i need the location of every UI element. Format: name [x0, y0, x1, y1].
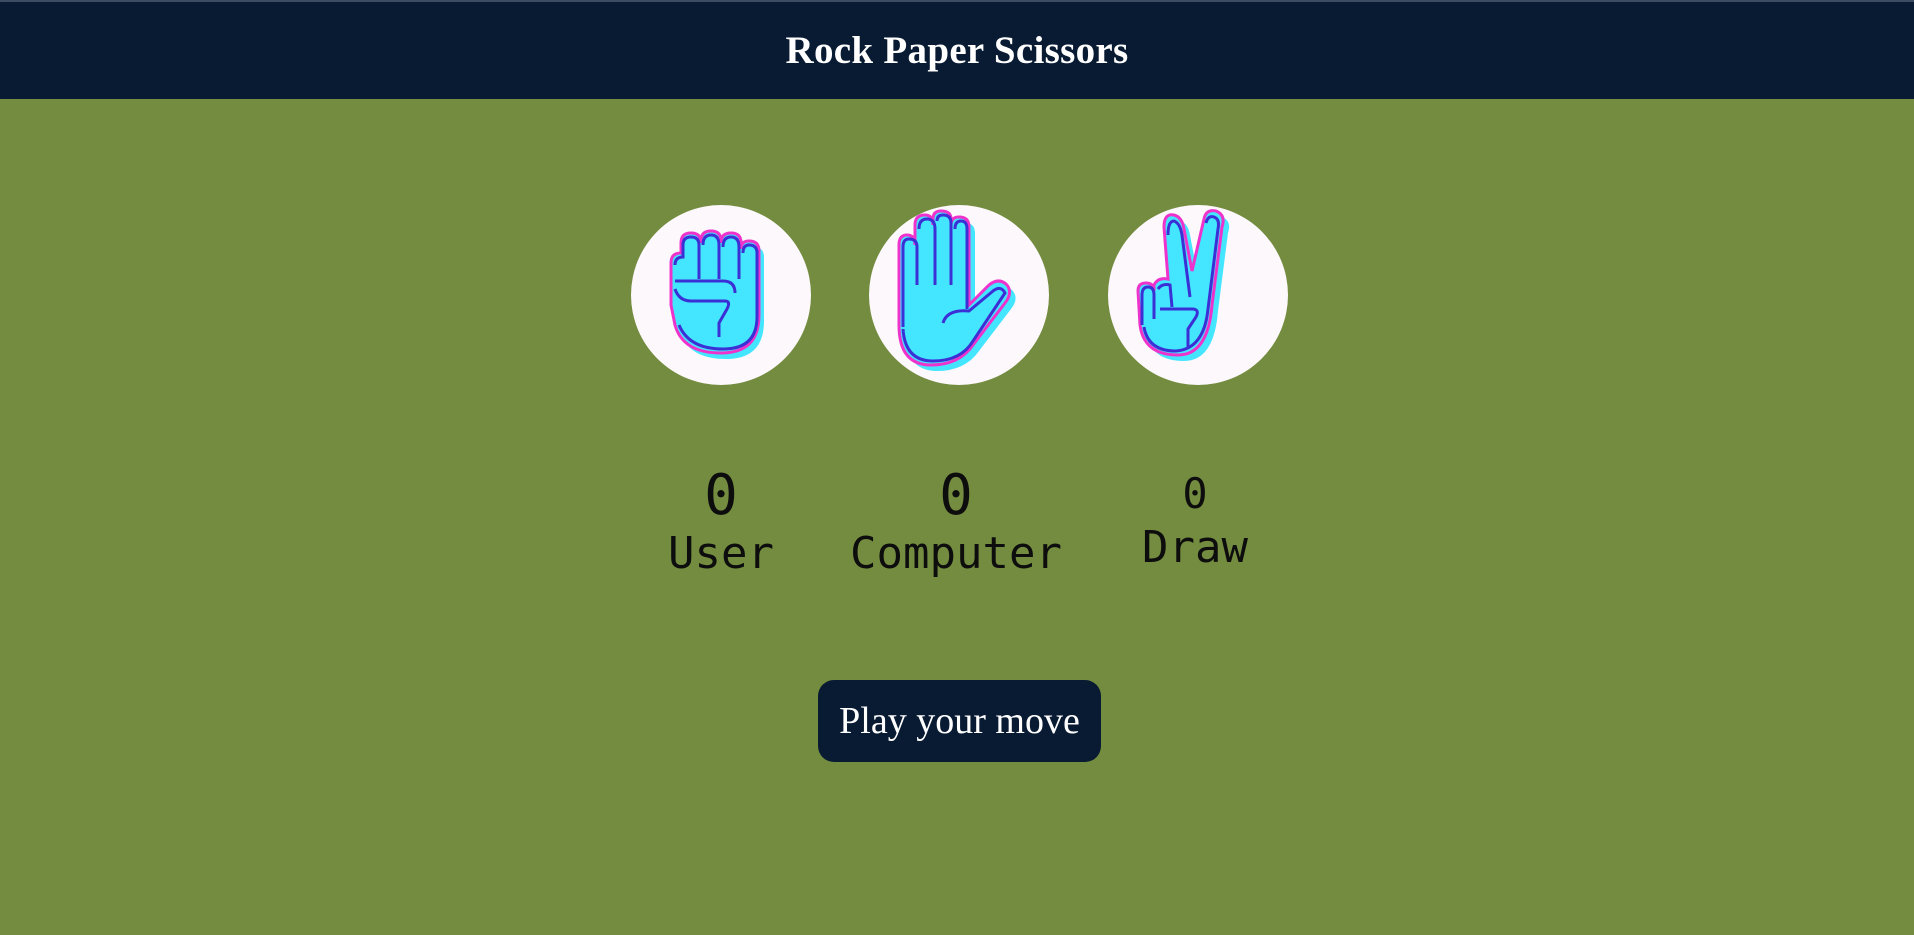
computer-score: 0 Computer: [850, 466, 1062, 582]
play-move-button[interactable]: Play your move: [818, 680, 1101, 762]
peace-hand-icon: [1136, 209, 1230, 361]
draw-score-label: Draw: [1142, 522, 1248, 573]
draw-score: 0 Draw: [1142, 468, 1248, 576]
user-score: 0 User: [668, 466, 774, 582]
fist-icon: [669, 229, 764, 359]
paper-choice[interactable]: [869, 205, 1049, 385]
rock-choice[interactable]: [631, 205, 811, 385]
computer-score-value: 0: [939, 463, 973, 528]
user-score-value: 0: [704, 463, 738, 528]
page-title: Rock Paper Scissors: [785, 29, 1129, 72]
open-hand-icon: [897, 209, 1016, 371]
user-score-label: User: [668, 528, 774, 579]
scissors-choice[interactable]: [1108, 205, 1288, 385]
computer-score-label: Computer: [850, 528, 1062, 579]
header-bar: Rock Paper Scissors: [0, 2, 1914, 99]
draw-score-value: 0: [1182, 469, 1208, 518]
